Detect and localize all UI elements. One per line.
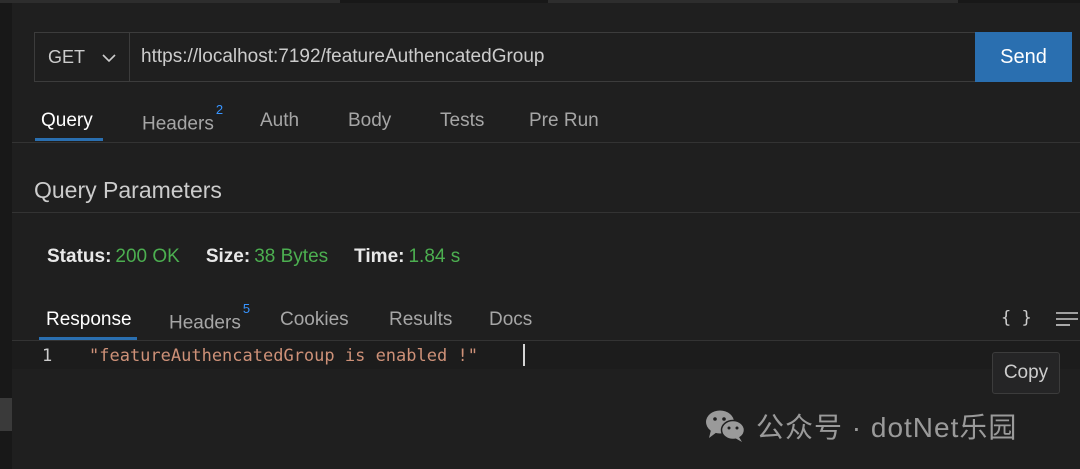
wechat-icon (706, 410, 746, 442)
query-parameters-title: Query Parameters (34, 177, 222, 203)
url-value: https://localhost:7192/featureAuthencate… (141, 46, 545, 67)
tab-label: Query (41, 110, 93, 131)
tab-label: Headers (142, 113, 214, 135)
tab-cookies[interactable]: Cookies (280, 309, 349, 331)
watermark: 公众号 · dotNet乐园 (704, 404, 1017, 448)
tab-response[interactable]: Response (46, 309, 132, 331)
tab-label: Cookies (280, 309, 349, 330)
tab-label: Tests (440, 110, 485, 131)
tab-docs[interactable]: Docs (489, 309, 532, 331)
line-number: 1 (42, 346, 53, 366)
tab-label: Response (46, 309, 132, 330)
top-tab-segment (548, 0, 958, 3)
status-group: Status: 200 OK (47, 246, 180, 267)
response-status-bar: Status: 200 OK Size: 38 Bytes Time: 1.84 s (47, 246, 486, 268)
watermark-text: 公众号 · dotNet乐园 (756, 412, 1018, 443)
gutter-marker (0, 398, 12, 431)
tab-auth[interactable]: Auth (260, 110, 299, 132)
time-value: 1.84 s (408, 246, 461, 267)
format-braces-icon[interactable]: { } (1001, 308, 1032, 328)
size-value: 38 Bytes (254, 246, 329, 267)
text-cursor (523, 344, 525, 366)
tab-label: Body (348, 110, 392, 131)
method-value: GET (48, 46, 86, 67)
tab-pre-run[interactable]: Pre Run (529, 110, 599, 132)
time-group: Time: 1.84 s (354, 246, 461, 267)
status-value: 200 OK (115, 246, 180, 267)
response-body-line[interactable]: "featureAuthencatedGroup is enabled !" (89, 346, 478, 366)
word-wrap-icon[interactable] (1054, 311, 1080, 327)
tab-response-headers[interactable]: Headers5 (169, 301, 250, 334)
top-strip (0, 0, 1080, 3)
headers-count-badge: 5 (242, 301, 251, 316)
tab-label: Results (389, 309, 453, 330)
send-button[interactable]: Send (975, 32, 1072, 82)
tab-headers[interactable]: Headers2 (142, 102, 223, 135)
left-gutter (0, 3, 12, 469)
active-tab-indicator (35, 138, 103, 141)
size-group: Size: 38 Bytes (205, 246, 329, 267)
request-bar: GET https://localhost:7192/featureAuthen… (34, 32, 1072, 82)
headers-count-badge: 2 (215, 102, 224, 117)
copy-button[interactable]: Copy (992, 352, 1060, 394)
tab-label: Pre Run (529, 110, 599, 131)
tab-label: Headers (169, 312, 241, 334)
tab-body[interactable]: Body (348, 110, 391, 132)
tab-query[interactable]: Query (41, 110, 93, 132)
chevron-down-icon (102, 54, 116, 63)
method-select[interactable]: GET (34, 32, 130, 82)
tab-tests[interactable]: Tests (440, 110, 484, 132)
tab-label: Auth (260, 110, 300, 131)
divider (12, 142, 1080, 143)
divider (12, 212, 1080, 213)
top-tab-segment (0, 0, 340, 3)
tab-label: Docs (489, 309, 533, 330)
tab-results[interactable]: Results (389, 309, 452, 331)
url-input[interactable]: https://localhost:7192/featureAuthencate… (130, 32, 976, 82)
